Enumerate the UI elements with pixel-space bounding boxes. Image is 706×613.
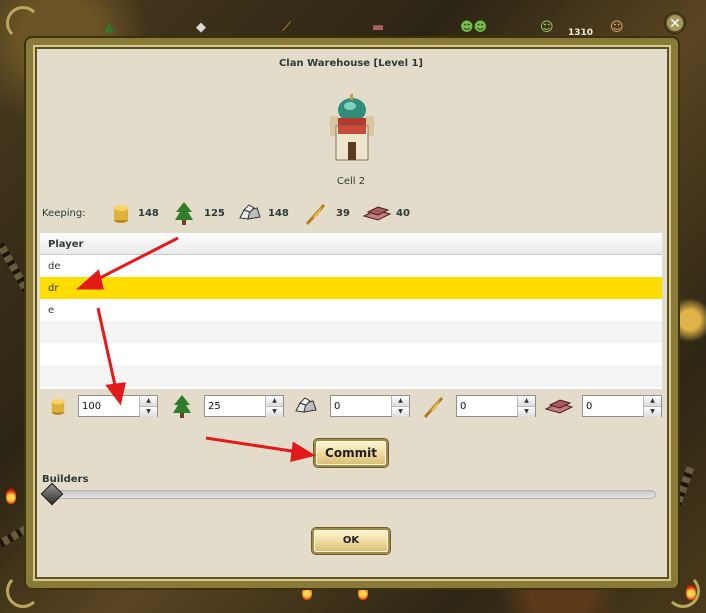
stone-icon xyxy=(239,204,261,220)
player-column-header: Player xyxy=(40,233,662,255)
keeping-wood-value: 125 xyxy=(204,208,225,219)
top-resource-bar: ▲ ◆ ⟋ ▬ ☻☻ ☺ 1310 ☺ xyxy=(0,20,706,40)
iron-icon xyxy=(544,399,574,414)
dialog-title: Clan Warehouse [Level 1] xyxy=(278,58,424,69)
player-row-de[interactable]: de xyxy=(40,255,662,277)
builders-slider-track[interactable] xyxy=(44,490,656,499)
warehouse-building-icon xyxy=(330,94,374,161)
keeping-row: Keeping: 148 125 148 39 40 xyxy=(42,202,662,226)
frame-ornament xyxy=(6,6,40,40)
decrement-button[interactable]: ▼ xyxy=(266,407,283,417)
iron-icon: ▬ xyxy=(372,20,385,35)
wood-amount-stepper[interactable]: ▲▼ xyxy=(204,395,284,417)
torch-icon xyxy=(6,488,16,504)
worker-icon: ☺ xyxy=(540,20,554,35)
decrement-button[interactable]: ▼ xyxy=(140,407,157,417)
gold-amount-input[interactable] xyxy=(79,396,139,416)
stone-icon: ◆ xyxy=(196,20,206,35)
keeping-grain-value: 39 xyxy=(336,208,350,219)
decrement-button[interactable]: ▼ xyxy=(392,407,409,417)
grain-icon: ⟋ xyxy=(282,20,292,35)
increment-button[interactable]: ▲ xyxy=(392,396,409,407)
decrement-button[interactable]: ▼ xyxy=(644,407,661,417)
keeping-stone-value: 148 xyxy=(268,208,289,219)
keeping-gold-value: 148 xyxy=(138,208,159,219)
soldier-icon: ☺ xyxy=(610,20,624,35)
keeping-label: Keeping: xyxy=(42,208,86,219)
population-icon: ☻☻ xyxy=(460,20,488,35)
cell-label: Cell 2 xyxy=(336,176,366,187)
frame-ornament xyxy=(6,574,40,608)
grain-icon xyxy=(305,203,326,226)
stone-amount-stepper[interactable]: ▲▼ xyxy=(330,395,410,417)
gold-icon xyxy=(114,205,128,223)
iron-amount-stepper[interactable]: ▲▼ xyxy=(582,395,662,417)
player-row-e[interactable]: e xyxy=(40,299,662,321)
close-button[interactable]: ✕ xyxy=(664,12,686,34)
increment-button[interactable]: ▲ xyxy=(518,396,535,407)
stone-amount-input[interactable] xyxy=(331,396,391,416)
table-row-empty xyxy=(40,343,662,365)
iron-icon xyxy=(362,206,392,221)
table-row-empty xyxy=(40,321,662,343)
transfer-row: ▲▼ ▲▼ ▲▼ ▲▼ ▲▼ xyxy=(40,393,662,419)
keeping-iron-value: 40 xyxy=(396,208,410,219)
gold-icon xyxy=(51,398,65,415)
increment-button[interactable]: ▲ xyxy=(266,396,283,407)
grain-amount-input[interactable] xyxy=(457,396,517,416)
grain-icon xyxy=(423,396,444,419)
wood-icon xyxy=(175,202,193,225)
builders-label: Builders xyxy=(42,474,89,485)
increment-button[interactable]: ▲ xyxy=(140,396,157,407)
player-row-dr[interactable]: dr xyxy=(40,277,662,299)
table-row-empty xyxy=(40,365,662,387)
player-table: Player de dr e xyxy=(40,233,662,389)
grain-amount-stepper[interactable]: ▲▼ xyxy=(456,395,536,417)
frame-ornament xyxy=(666,574,700,608)
top-counter: 1310 xyxy=(568,28,594,38)
wood-amount-input[interactable] xyxy=(205,396,265,416)
decrement-button[interactable]: ▼ xyxy=(518,407,535,417)
wood-icon: ▲ xyxy=(104,20,114,35)
increment-button[interactable]: ▲ xyxy=(644,396,661,407)
gold-amount-stepper[interactable]: ▲▼ xyxy=(78,395,158,417)
commit-button[interactable]: Commit xyxy=(314,439,388,467)
ok-button[interactable]: OK xyxy=(312,528,390,554)
builders-slider-thumb[interactable] xyxy=(40,482,64,506)
wood-icon xyxy=(173,395,191,418)
iron-amount-input[interactable] xyxy=(583,396,643,416)
clan-warehouse-dialog: Clan Warehouse [Level 1] Cell 2 Keeping:… xyxy=(40,52,662,570)
stone-icon xyxy=(295,397,317,413)
